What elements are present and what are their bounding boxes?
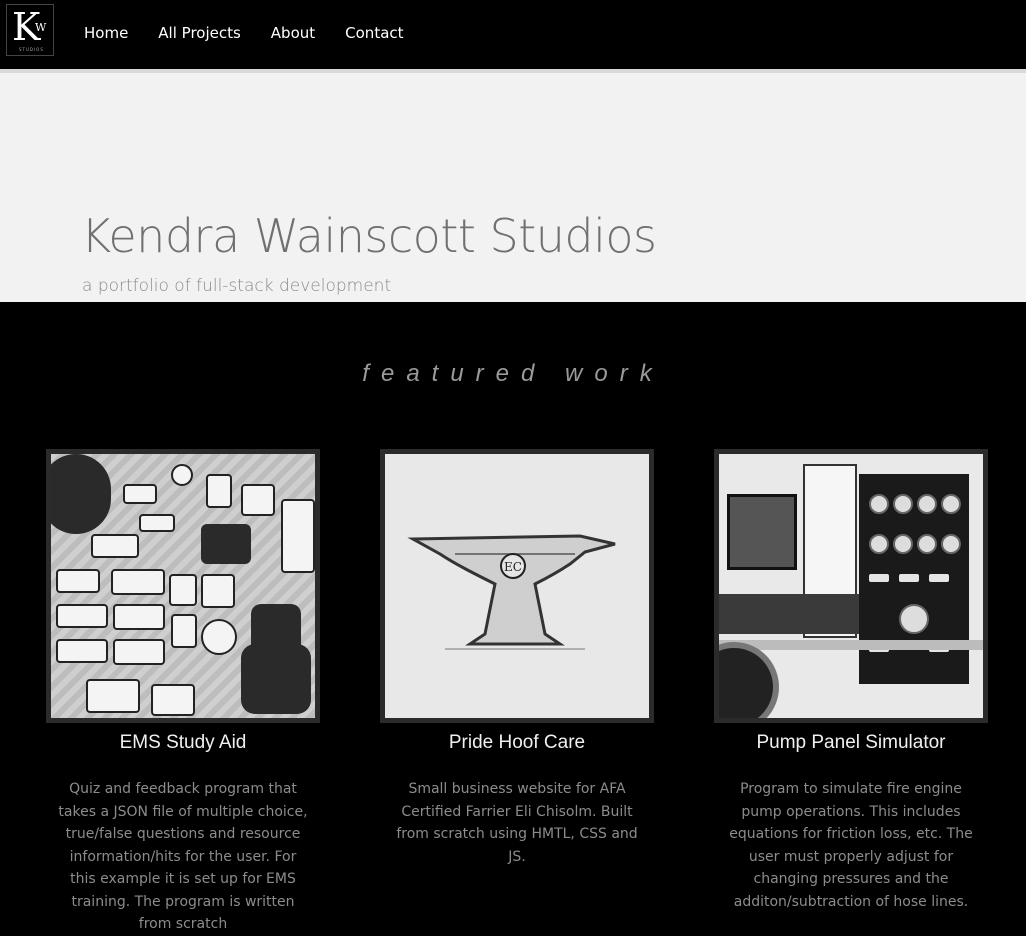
gauge	[941, 534, 961, 554]
ems-item	[281, 499, 315, 573]
nav-link-all-projects[interactable]: All Projects	[158, 24, 241, 42]
project-card-pride: EC Pride Hoof Care Small business websit…	[380, 449, 654, 868]
nav-links: Home All Projects About Contact	[84, 24, 404, 42]
svg-text:EC: EC	[504, 560, 522, 574]
ems-item	[123, 484, 157, 504]
ems-item	[171, 614, 197, 648]
ems-item	[113, 604, 165, 630]
ems-item	[111, 569, 165, 595]
project-description-pride: Small business website for AFA Certified…	[396, 781, 638, 865]
ems-item	[56, 569, 100, 593]
gauge	[869, 534, 889, 554]
gauge	[893, 494, 913, 514]
project-description-pump: Program to simulate fire engine pump ope…	[729, 781, 973, 910]
top-navbar: K W STUDIOS Home All Projects About Cont…	[0, 0, 1026, 73]
ems-item	[139, 514, 175, 532]
ems-item	[151, 684, 195, 716]
gauge	[941, 494, 961, 514]
ems-mask-shape	[51, 454, 111, 534]
ems-item	[206, 474, 232, 508]
logo-tagline: STUDIOS	[19, 47, 44, 52]
panel-knob	[899, 574, 919, 582]
logo-letter-w: W	[35, 21, 47, 34]
project-title-pride[interactable]: Pride Hoof Care	[380, 732, 654, 754]
ems-item	[201, 619, 237, 655]
ems-item	[86, 679, 140, 713]
project-title-ems[interactable]: EMS Study Aid	[46, 732, 320, 754]
ems-item	[241, 484, 275, 516]
project-card-pump: Pump Panel Simulator Program to simulate…	[714, 449, 988, 913]
panel-knob	[869, 574, 889, 582]
ems-item	[56, 604, 108, 628]
panel-knob	[929, 574, 949, 582]
hero-title: Kendra Wainscott Studios	[81, 209, 657, 263]
gauge	[899, 604, 929, 634]
anvil-icon: EC	[407, 534, 616, 650]
nav-link-contact[interactable]: Contact	[345, 24, 403, 42]
truck-lower-body	[719, 594, 859, 634]
ems-item	[91, 534, 139, 558]
gauge	[869, 494, 889, 514]
nav-link-about[interactable]: About	[271, 24, 315, 42]
project-title-pump[interactable]: Pump Panel Simulator	[714, 732, 988, 754]
featured-heading: featured work	[362, 360, 664, 387]
ems-bag	[241, 644, 311, 714]
ems-item	[56, 639, 108, 663]
gauge	[917, 494, 937, 514]
featured-work-section: featured work EMS Study Aid Quiz and fee…	[0, 302, 1026, 932]
nav-link-home[interactable]: Home	[84, 24, 128, 42]
ems-item	[113, 639, 165, 665]
ems-item	[201, 574, 235, 608]
hero-subtitle: a portfolio of full-stack development	[82, 276, 392, 296]
ems-item	[171, 464, 193, 486]
project-description-ems: Quiz and feedback program that takes a J…	[58, 781, 308, 932]
gauge	[917, 534, 937, 554]
hero-banner: Kendra Wainscott Studios a portfolio of …	[0, 73, 1026, 302]
project-image-pump[interactable]	[714, 449, 988, 723]
project-image-pride[interactable]: EC	[380, 449, 654, 723]
project-card-ems: EMS Study Aid Quiz and feedback program …	[46, 449, 320, 936]
pump-panel	[859, 474, 969, 684]
site-logo[interactable]: K W STUDIOS	[6, 4, 54, 56]
gauge	[893, 534, 913, 554]
truck-window	[727, 494, 797, 570]
ems-item	[169, 574, 197, 606]
ems-monitor	[201, 524, 251, 564]
project-image-ems[interactable]	[46, 449, 320, 723]
